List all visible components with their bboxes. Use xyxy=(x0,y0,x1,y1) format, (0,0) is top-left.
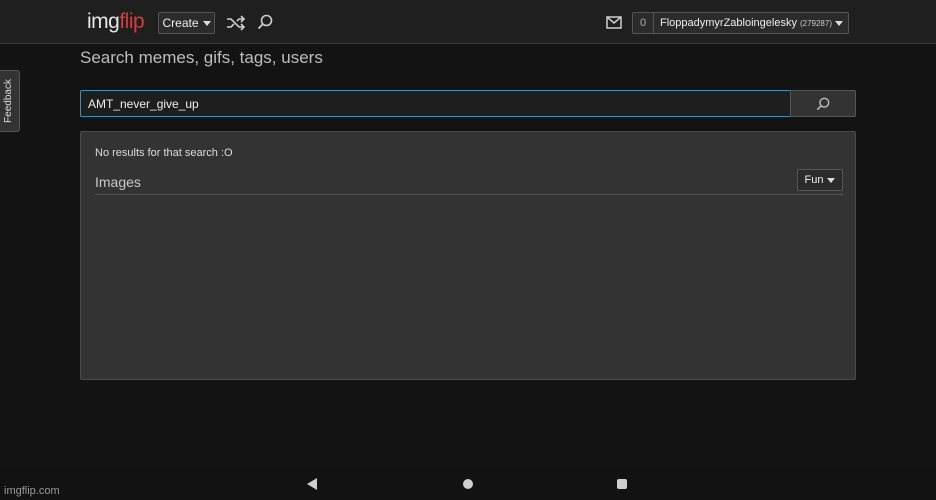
username: FloppadymyrZabloingelesky xyxy=(660,17,797,29)
shuffle-icon[interactable] xyxy=(226,14,246,32)
search-input[interactable] xyxy=(80,90,791,117)
top-navigation-bar: imgflip Create 0 FloppadymyrZabloingeles… xyxy=(0,0,936,44)
feedback-label: Feedback xyxy=(3,79,14,123)
logo-text-flip: flip xyxy=(119,10,145,33)
page-title: Search memes, gifs, tags, users xyxy=(80,48,323,67)
feedback-tab[interactable]: Feedback xyxy=(0,70,20,132)
chevron-down-icon xyxy=(827,177,836,183)
search-button[interactable] xyxy=(790,90,856,117)
nav-back-icon[interactable] xyxy=(306,478,318,490)
user-menu-button[interactable]: FloppadymyrZabloingelesky (279287) xyxy=(654,12,849,34)
imgflip-logo[interactable]: imgflip xyxy=(87,10,145,34)
search-icon xyxy=(816,97,830,110)
images-section-title: Images xyxy=(95,174,141,190)
android-navigation-bar: imgflip.com xyxy=(0,466,936,500)
chevron-down-icon xyxy=(202,20,211,26)
notifications-count-button[interactable]: 0 xyxy=(632,12,654,34)
imgflip-watermark: imgflip.com xyxy=(4,485,60,497)
nav-home-icon[interactable] xyxy=(463,479,473,489)
create-label: Create xyxy=(162,16,199,30)
search-results-panel: No results for that search :O Images Fun xyxy=(80,131,856,380)
mail-icon[interactable] xyxy=(606,16,622,29)
chevron-down-icon xyxy=(834,20,843,26)
create-dropdown-button[interactable]: Create xyxy=(158,12,215,34)
notifications-count: 0 xyxy=(639,17,647,29)
section-divider xyxy=(95,194,843,195)
no-results-message: No results for that search :O xyxy=(95,147,233,159)
user-points: (279287) xyxy=(799,18,832,28)
search-icon[interactable] xyxy=(257,14,273,30)
fun-filter-label: Fun xyxy=(804,174,824,186)
fun-filter-dropdown[interactable]: Fun xyxy=(797,169,843,191)
nav-recent-icon[interactable] xyxy=(617,479,627,489)
logo-text-img: img xyxy=(87,10,120,33)
